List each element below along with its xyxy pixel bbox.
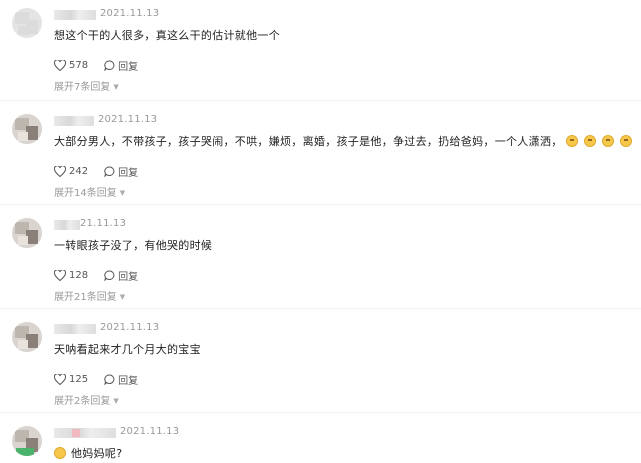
reply-button[interactable]: 回复 xyxy=(104,58,138,73)
speech-bubble-icon xyxy=(104,60,115,71)
comment-text-body: 大部分男人，不带孩子，孩子哭闹，不哄，嫌烦，离婚，孩子是他，争过去，扔给爸妈，一… xyxy=(54,135,563,148)
heart-outline-icon xyxy=(54,374,66,385)
reply-button[interactable]: 回复 xyxy=(104,164,138,179)
divider xyxy=(0,412,641,413)
reply-button[interactable]: 回复 xyxy=(104,268,138,283)
comment-text-body: 他妈妈呢? xyxy=(71,447,123,460)
expand-replies-link[interactable]: 展开21条回复 ▼ xyxy=(54,288,125,303)
comment-text: 想这个干的人很多，真这么干的估计就他一个 xyxy=(54,29,280,42)
like-button[interactable]: 128 xyxy=(54,270,88,281)
reply-label: 回复 xyxy=(118,168,139,179)
reply-label: 回复 xyxy=(118,272,139,283)
expand-replies-link[interactable]: 展开14条回复 ▼ xyxy=(54,184,125,199)
like-count: 578 xyxy=(69,60,89,71)
expand-replies-link[interactable]: 展开7条回复 ▼ xyxy=(54,78,119,93)
like-count: 125 xyxy=(69,374,89,385)
expand-replies-label: 展开2条回复 xyxy=(54,396,111,407)
avatar[interactable] xyxy=(12,426,42,456)
comment-text: 天呐看起来才几个月大的宝宝 xyxy=(54,343,201,356)
like-count: 242 xyxy=(69,166,89,177)
username-blurred[interactable] xyxy=(54,220,80,230)
smiling-face-emoji-icon xyxy=(601,135,614,147)
avatar[interactable] xyxy=(12,114,42,144)
smiling-face-emoji-icon xyxy=(619,135,632,147)
caret-down-icon: ▼ xyxy=(119,189,126,197)
comment-date: 2021.11.13 xyxy=(98,114,158,125)
comment-text: 大部分男人，不带孩子，孩子哭闹，不哄，嫌烦，离婚，孩子是他，争过去，扔给爸妈，一… xyxy=(54,133,635,149)
heart-outline-icon xyxy=(54,60,66,71)
smiling-face-emoji-icon xyxy=(565,135,578,147)
like-button[interactable]: 578 xyxy=(54,60,88,71)
divider xyxy=(0,204,641,205)
comment-text: 一转眼孩子没了，有他哭的时候 xyxy=(54,239,213,252)
smiling-face-emoji-icon xyxy=(583,135,596,147)
comment-date: 2021.11.13 xyxy=(100,8,160,19)
comment-date: 21.11.13 xyxy=(80,218,127,229)
avatar[interactable] xyxy=(12,8,42,38)
reply-button[interactable]: 回复 xyxy=(104,372,138,387)
caret-down-icon: ▼ xyxy=(119,293,126,301)
reply-label: 回复 xyxy=(118,376,139,387)
expand-replies-link[interactable]: 展开2条回复 ▼ xyxy=(54,392,119,407)
speech-bubble-icon xyxy=(104,166,115,177)
like-button[interactable]: 125 xyxy=(54,374,88,385)
expand-replies-label: 展开21条回复 xyxy=(54,292,117,303)
heart-outline-icon xyxy=(54,166,66,177)
comment-text: 他妈妈呢? xyxy=(54,445,122,461)
reply-label: 回复 xyxy=(118,62,139,73)
comment-date: 2021.11.13 xyxy=(100,322,160,333)
comment-date: 2021.11.13 xyxy=(120,426,180,437)
username-blurred[interactable] xyxy=(54,324,96,334)
speech-bubble-icon xyxy=(104,270,115,281)
caret-down-icon: ▼ xyxy=(113,83,119,91)
heart-outline-icon xyxy=(54,270,66,281)
emoji-group xyxy=(563,135,635,148)
username-blurred[interactable] xyxy=(54,10,96,20)
divider xyxy=(0,100,641,101)
like-count: 128 xyxy=(69,270,89,281)
smiling-face-emoji-icon xyxy=(54,447,66,459)
avatar[interactable] xyxy=(12,322,42,352)
expand-replies-label: 展开7条回复 xyxy=(54,82,111,93)
avatar[interactable] xyxy=(12,218,42,248)
username-blurred[interactable] xyxy=(54,428,116,438)
like-button[interactable]: 242 xyxy=(54,166,88,177)
caret-down-icon: ▼ xyxy=(113,397,119,405)
expand-replies-label: 展开14条回复 xyxy=(54,188,117,199)
divider xyxy=(0,308,641,309)
username-blurred[interactable] xyxy=(54,116,94,126)
speech-bubble-icon xyxy=(104,374,115,385)
